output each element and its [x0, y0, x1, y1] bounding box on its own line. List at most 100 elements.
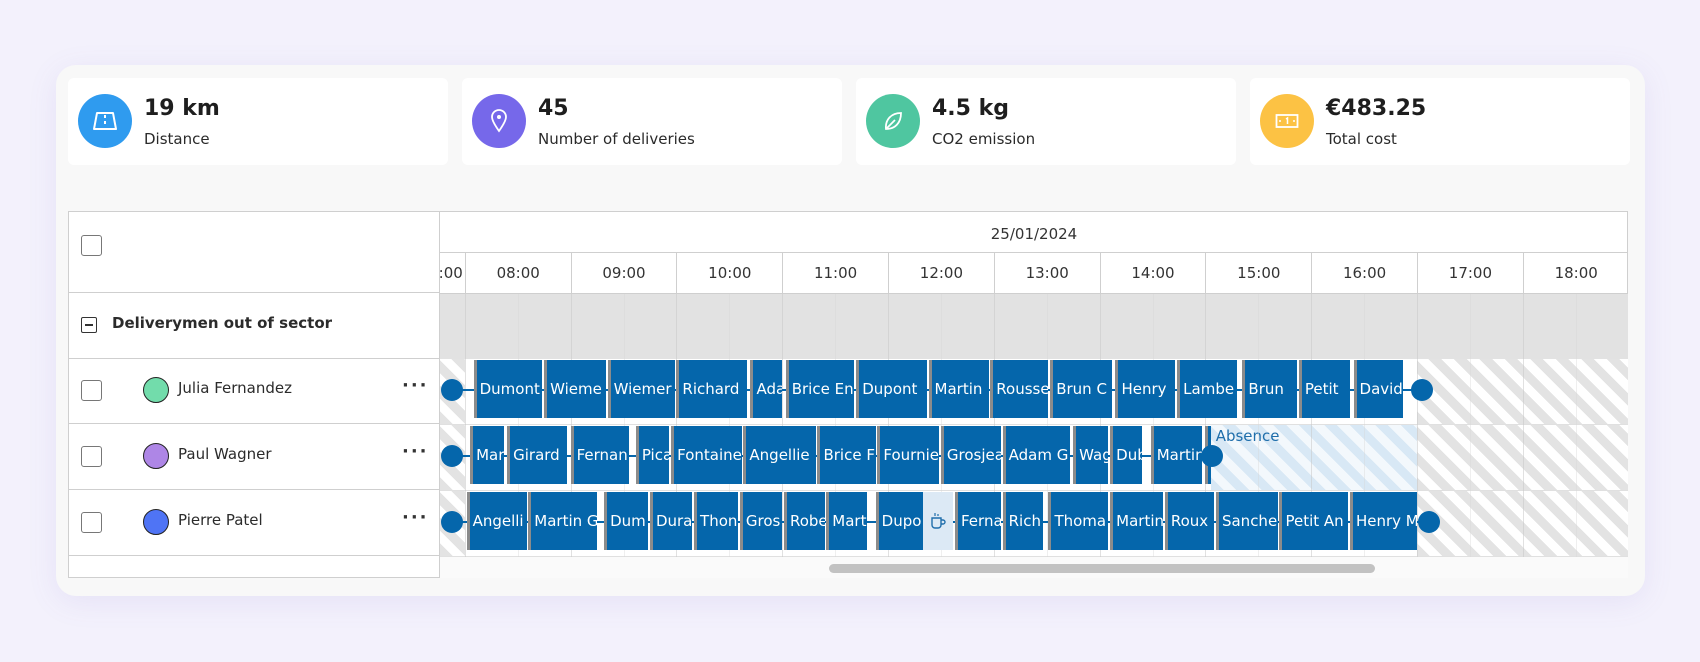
delivery-block[interactable]: Pica: [635, 426, 670, 484]
more-options-icon[interactable]: ···: [402, 507, 429, 528]
delivery-block[interactable]: Ada: [750, 360, 783, 418]
delivery-block[interactable]: Richard: [676, 360, 747, 418]
half-hour-gridline: [1469, 294, 1471, 557]
deliveryman-row[interactable]: Paul Wagner ···: [68, 424, 439, 490]
avatar: [143, 443, 169, 469]
delivery-block[interactable]: Martin: [928, 360, 989, 418]
delivery-block[interactable]: Mart: [826, 492, 867, 550]
hour-label: 16:00: [1311, 252, 1417, 293]
timeline-row: DumontWiemeWiemerRichardAdaBrice EnDupon…: [440, 359, 1628, 425]
delivery-block[interactable]: Sanche: [1215, 492, 1278, 550]
delivery-block[interactable]: Dura: [649, 492, 693, 550]
more-options-icon[interactable]: ···: [402, 375, 429, 396]
coffee-cup-icon: [931, 513, 946, 529]
avatar: [143, 509, 169, 535]
delivery-block[interactable]: Henry M: [1349, 492, 1417, 550]
half-hour-gridline: [1575, 294, 1577, 557]
delivery-block[interactable]: Brice En: [785, 360, 855, 418]
delivery-block[interactable]: Grosjea: [940, 426, 1001, 484]
stat-value: 19 km: [144, 96, 220, 121]
map-pin-icon: [472, 94, 526, 148]
delivery-block[interactable]: Girard: [507, 426, 568, 484]
delivery-block[interactable]: Fontaine: [671, 426, 742, 484]
delivery-block[interactable]: Brun C: [1050, 360, 1112, 418]
deliveryman-name: Paul Wagner: [178, 445, 272, 463]
delivery-block[interactable]: Henry: [1115, 360, 1176, 418]
delivery-block[interactable]: Brun: [1242, 360, 1298, 418]
delivery-block[interactable]: Gros: [739, 492, 783, 550]
delivery-block[interactable]: Wag: [1073, 426, 1109, 484]
avatar: [143, 377, 169, 403]
leaf-icon: [866, 94, 920, 148]
delivery-block[interactable]: Thoma: [1048, 492, 1109, 550]
delivery-block[interactable]: Dumont: [473, 360, 543, 418]
delivery-block[interactable]: Petit An: [1279, 492, 1349, 550]
delivery-block[interactable]: David: [1353, 360, 1403, 418]
delivery-block[interactable]: Adam G: [1002, 426, 1070, 484]
delivery-block[interactable]: Fournie: [877, 426, 940, 484]
header-cell: [68, 211, 439, 293]
stat-label: Distance: [144, 130, 210, 148]
minus-square-icon[interactable]: [81, 317, 97, 333]
row-checkbox[interactable]: [81, 380, 102, 401]
scrollbar-thumb[interactable]: [829, 564, 1375, 573]
delivery-block[interactable]: Robe: [783, 492, 825, 550]
hour-label: 09:00: [570, 252, 677, 293]
stat-label: Total cost: [1326, 130, 1397, 148]
deliveryman-name: Julia Fernandez: [178, 379, 292, 397]
break-block[interactable]: [923, 492, 954, 550]
delivery-block[interactable]: Mar: [470, 426, 504, 484]
group-row[interactable]: Deliverymen out of sector: [68, 293, 439, 359]
hour-label: 18:00: [1522, 252, 1628, 293]
delivery-block[interactable]: Roux: [1164, 492, 1215, 550]
delivery-block[interactable]: Angellie: [743, 426, 816, 484]
stat-card-cost: €483.25 Total cost: [1250, 78, 1630, 165]
group-row-timeline: [440, 294, 1628, 360]
delivery-block[interactable]: Rousse: [990, 360, 1049, 418]
stat-card-deliveries: 45 Number of deliveries: [462, 78, 842, 165]
stat-value: 4.5 kg: [932, 96, 1010, 121]
stat-card-distance: 19 km Distance: [68, 78, 448, 165]
delivery-block[interactable]: Brice F: [817, 426, 876, 484]
deliveryman-name: Pierre Patel: [178, 511, 263, 529]
delivery-block[interactable]: Martin G: [528, 492, 598, 550]
hour-label: 08:00: [464, 252, 571, 293]
hour-label: 07:00: [440, 252, 465, 293]
delivery-block[interactable]: Martin: [1110, 492, 1164, 550]
stat-value: €483.25: [1326, 96, 1427, 121]
absence-period[interactable]: Absence: [1210, 425, 1417, 490]
deliveryman-row[interactable]: Julia Fernandez ···: [68, 358, 439, 424]
delivery-block[interactable]: Dum: [604, 492, 649, 550]
stat-label: CO2 emission: [932, 130, 1036, 148]
delivery-block[interactable]: Dupont: [856, 360, 927, 418]
banknote-icon: [1260, 94, 1314, 148]
more-options-icon[interactable]: ···: [402, 441, 429, 462]
hour-gridline: [1522, 294, 1524, 557]
delivery-block[interactable]: Ferna: [955, 492, 1001, 550]
delivery-block[interactable]: Angelli: [466, 492, 527, 550]
delivery-block[interactable]: Dub: [1110, 426, 1142, 484]
delivery-block[interactable]: Thon: [694, 492, 739, 550]
delivery-block[interactable]: Wiemer: [607, 360, 675, 418]
row-checkbox[interactable]: [81, 446, 102, 467]
absence-label: Absence: [1215, 427, 1280, 445]
delivery-block[interactable]: Dupo: [875, 492, 924, 550]
delivery-block[interactable]: Lambe: [1177, 360, 1238, 418]
delivery-block[interactable]: Fernan: [570, 426, 629, 484]
select-all-checkbox[interactable]: [81, 235, 102, 256]
delivery-block[interactable]: Wieme: [544, 360, 606, 418]
deliveryman-row[interactable]: Pierre Patel ···: [68, 490, 439, 556]
road-icon: [78, 94, 132, 148]
delivery-block[interactable]: Martin: [1150, 426, 1202, 484]
group-label: Deliverymen out of sector: [112, 314, 333, 332]
hour-label: 13:00: [993, 252, 1100, 293]
stat-value: 45: [538, 96, 569, 121]
timeline: 25/01/2024 07:0008:0009:0010:0011:0012:0…: [440, 211, 1628, 578]
horizontal-scrollbar[interactable]: [440, 557, 1628, 578]
hour-label: 12:00: [888, 252, 994, 293]
delivery-block[interactable]: Rich: [1002, 492, 1044, 550]
hour-label: 15:00: [1205, 252, 1311, 293]
stat-label: Number of deliveries: [538, 130, 695, 148]
row-checkbox[interactable]: [81, 512, 102, 533]
delivery-block[interactable]: Petit: [1298, 360, 1350, 418]
